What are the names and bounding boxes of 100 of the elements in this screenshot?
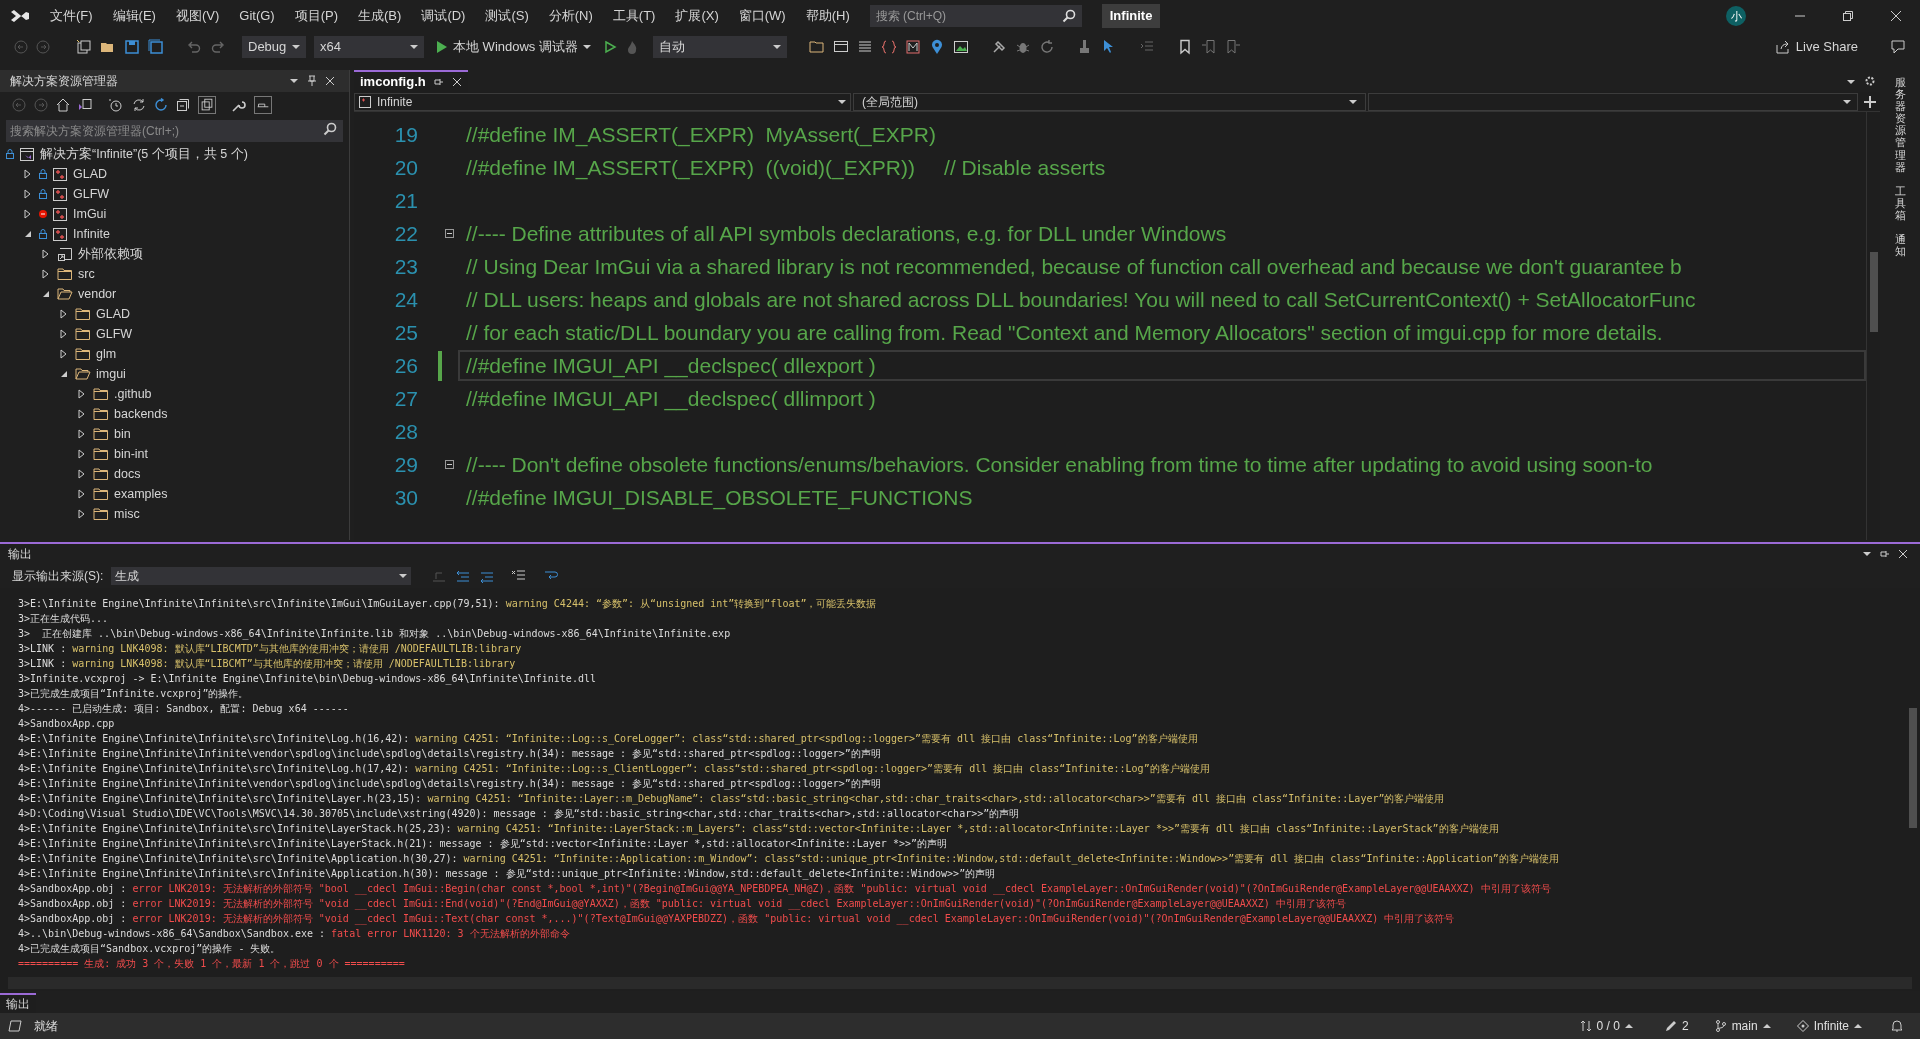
pin-icon[interactable] <box>307 75 317 87</box>
notification-bell-icon[interactable] <box>1890 1019 1904 1033</box>
collapsed-triangle-icon[interactable] <box>60 309 67 319</box>
scrollbar[interactable] <box>1866 112 1880 540</box>
dropdown-caret-icon[interactable] <box>1846 78 1856 86</box>
menu-item[interactable]: 生成(B) <box>350 3 410 29</box>
save-all-icon[interactable] <box>148 39 164 55</box>
pin-icon[interactable] <box>1880 549 1890 559</box>
tree-item[interactable]: 外部依赖项 <box>78 244 143 264</box>
collapse-icon[interactable] <box>445 460 454 469</box>
tree-item[interactable]: .github <box>114 384 152 404</box>
window-icon[interactable] <box>832 39 849 55</box>
menu-item[interactable]: 编辑(E) <box>104 3 164 29</box>
target-dropdown[interactable]: 自动 <box>652 36 787 58</box>
wrench-icon[interactable] <box>232 98 246 112</box>
feedback-icon[interactable] <box>1890 39 1906 55</box>
tree-item[interactable]: src <box>78 264 95 284</box>
menu-item[interactable]: 测试(S) <box>477 3 537 29</box>
collapsed-triangle-icon[interactable] <box>60 329 67 339</box>
tree-item[interactable]: GLAD <box>96 304 131 324</box>
restore-icon[interactable] <box>1842 10 1854 22</box>
edits-button[interactable]: 2 <box>1658 1017 1695 1035</box>
tree-item[interactable]: misc <box>114 504 140 524</box>
clear-all-icon[interactable] <box>511 569 528 583</box>
changes-button[interactable]: 0 / 0 <box>1573 1017 1639 1035</box>
project-dropdown[interactable]: Infinite <box>354 92 851 111</box>
side-tab[interactable]: 通知 <box>1894 233 1906 258</box>
tree-item[interactable]: vendor <box>78 284 117 304</box>
collapsed-triangle-icon[interactable] <box>78 409 85 419</box>
braces-icon[interactable] <box>880 39 897 55</box>
panel-tab[interactable]: 输出 <box>0 993 36 1013</box>
tree-item[interactable]: 解决方案“Infinite”(5 个项目，共 5 个) <box>40 144 248 164</box>
save-icon[interactable] <box>124 39 140 55</box>
collapsed-triangle-icon[interactable] <box>78 449 85 459</box>
tree-item[interactable]: GLAD <box>73 164 108 184</box>
platform-dropdown[interactable]: x64 <box>314 36 424 58</box>
branch-button[interactable]: main <box>1708 1017 1777 1035</box>
start-debugging-button[interactable]: 本地 Windows 调试器 <box>432 36 595 58</box>
menu-item[interactable]: 窗口(W) <box>730 3 794 29</box>
marker-icon[interactable] <box>904 39 921 55</box>
undo-icon[interactable] <box>186 39 202 55</box>
tree-item[interactable]: examples <box>114 484 168 504</box>
bookmark-next-icon[interactable] <box>1224 39 1241 55</box>
collapsed-triangle-icon[interactable] <box>24 209 31 219</box>
tree-item[interactable]: docs <box>114 464 141 484</box>
new-project-icon[interactable] <box>76 39 92 55</box>
menu-item[interactable]: Git(G) <box>231 3 283 29</box>
history-icon[interactable] <box>108 98 124 112</box>
menu-item[interactable]: 项目(P) <box>286 3 347 29</box>
editor-tab[interactable]: imconfig.h <box>354 70 468 92</box>
tree-item[interactable]: bin-int <box>114 444 149 464</box>
list-icon[interactable] <box>856 39 873 55</box>
refresh-icon[interactable] <box>1038 39 1055 55</box>
tree-item[interactable]: imgui <box>96 364 126 384</box>
collapsed-triangle-icon[interactable] <box>78 489 85 499</box>
collapsed-triangle-icon[interactable] <box>24 169 31 179</box>
play-outline-icon[interactable] <box>602 40 617 54</box>
collapsed-triangle-icon[interactable] <box>60 349 67 359</box>
account-avatar[interactable]: 小 <box>1726 6 1746 26</box>
refresh-icon[interactable] <box>154 98 168 112</box>
collapsed-triangle-icon[interactable] <box>78 389 85 399</box>
bookmark-previous-icon[interactable] <box>1200 39 1217 55</box>
close-icon[interactable] <box>325 76 335 86</box>
close-icon[interactable] <box>1898 549 1908 559</box>
tree-item[interactable]: Infinite <box>73 224 110 244</box>
collapsed-triangle-icon[interactable] <box>24 189 31 199</box>
image-icon[interactable] <box>952 39 969 55</box>
side-tab[interactable]: 服务器资源管理器 <box>1894 76 1906 173</box>
collapse-all-icon[interactable] <box>176 98 190 112</box>
menu-item[interactable]: 帮助(H) <box>797 3 858 29</box>
collapsed-triangle-icon[interactable] <box>78 509 85 519</box>
menu-item[interactable]: 视图(V) <box>167 3 228 29</box>
pin-icon[interactable] <box>433 77 444 87</box>
settings-icon[interactable] <box>1864 75 1876 87</box>
switch-views-icon[interactable] <box>78 98 92 112</box>
scope-dropdown[interactable]: (全局范围) <box>853 92 1366 111</box>
tree-item[interactable]: glm <box>96 344 117 364</box>
search-field[interactable]: 搜索 (Ctrl+Q) <box>869 5 1082 27</box>
tree-item[interactable]: GLFW <box>73 184 110 204</box>
expanded-triangle-icon[interactable] <box>60 370 68 378</box>
tree-item[interactable]: backends <box>114 404 168 424</box>
side-tab[interactable]: 工具箱 <box>1894 184 1906 222</box>
live-share-button[interactable]: Live Share <box>1771 37 1862 57</box>
dropdown-caret-icon[interactable] <box>289 76 299 86</box>
repository-button[interactable]: Infinite <box>1790 1017 1868 1035</box>
configuration-dropdown[interactable]: Debug <box>242 36 306 58</box>
output-source-dropdown[interactable]: 生成 <box>111 567 412 585</box>
close-icon[interactable] <box>451 77 462 87</box>
menu-item[interactable]: 扩展(X) <box>667 3 727 29</box>
expanded-triangle-icon[interactable] <box>24 230 32 238</box>
collapsed-triangle-icon[interactable] <box>78 469 85 479</box>
home-icon[interactable] <box>56 98 70 112</box>
close-icon[interactable] <box>1890 10 1902 22</box>
tree-item[interactable]: ImGui <box>73 204 107 224</box>
collapsed-triangle-icon[interactable] <box>42 249 49 259</box>
show-all-files-icon[interactable] <box>198 96 216 114</box>
folder-icon[interactable] <box>808 39 825 55</box>
collapsed-triangle-icon[interactable] <box>78 429 85 439</box>
search-field[interactable]: 搜索解决方案资源管理器(Ctrl+;) <box>6 120 343 142</box>
split-icon[interactable] <box>1864 95 1876 108</box>
